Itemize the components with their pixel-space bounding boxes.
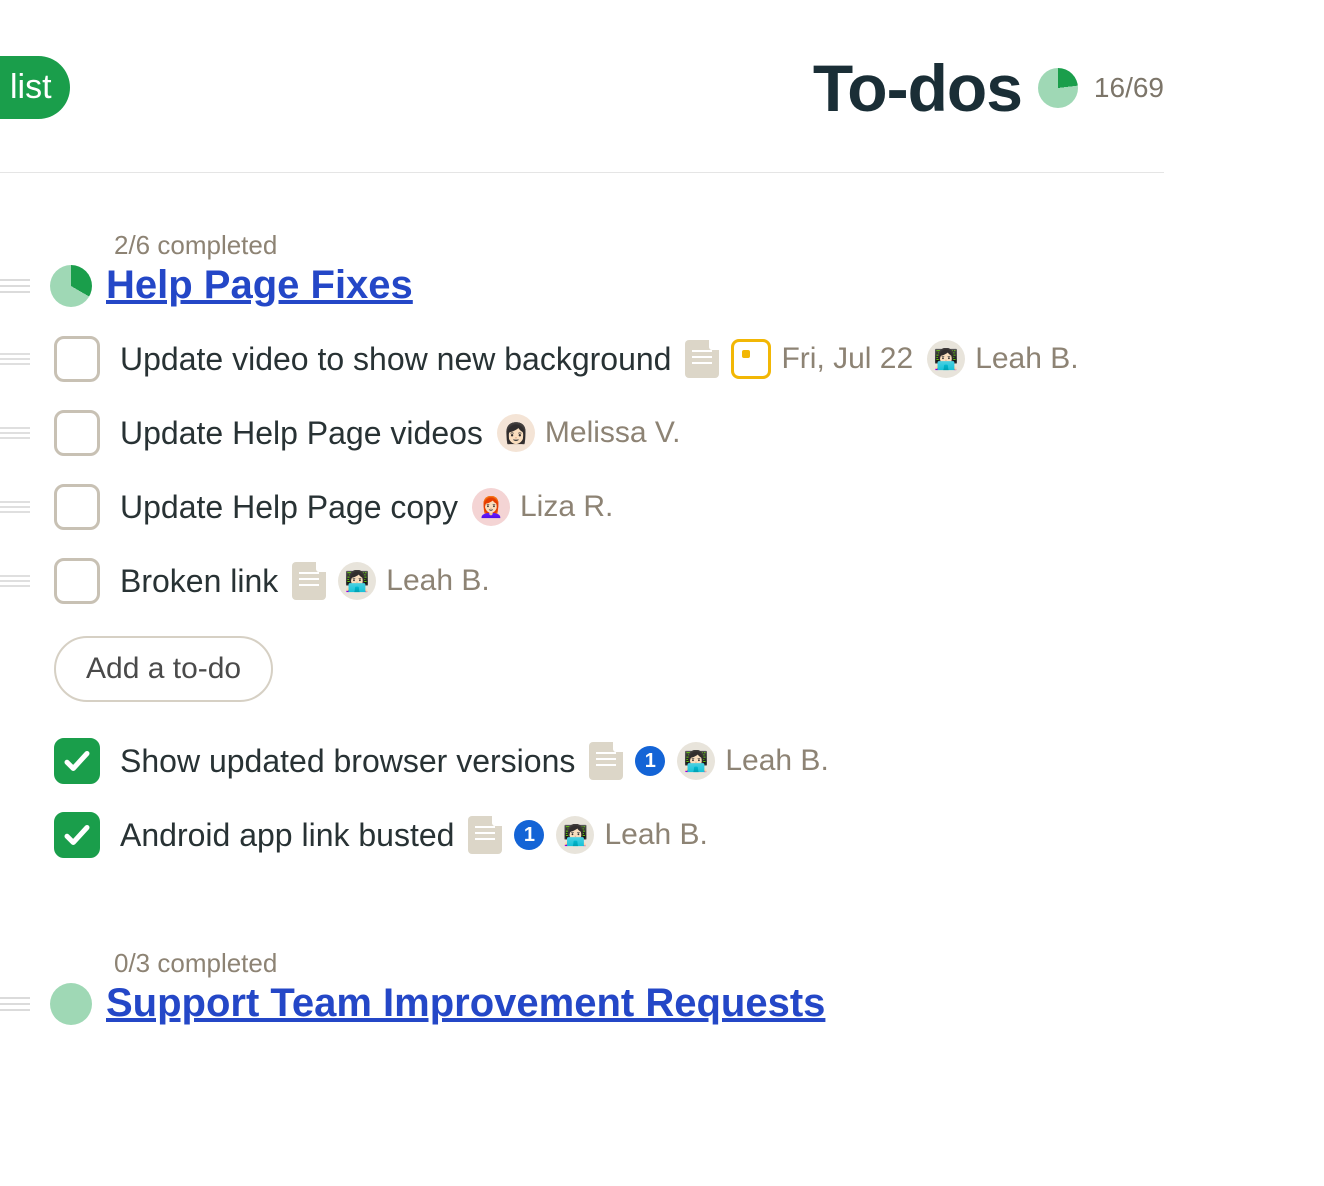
list-view-button[interactable]: list [0,56,70,119]
todo-checkbox[interactable] [54,558,100,604]
assignee-name: Leah B. [975,342,1078,376]
note-icon[interactable] [589,742,623,780]
group-title-link[interactable]: Help Page Fixes [106,263,413,308]
todo-checkbox[interactable] [54,336,100,382]
assignee-name: Liza R. [520,490,613,524]
overall-count: 16/69 [1094,72,1164,104]
group-status: 0/3 completed [114,948,1184,979]
assignee-avatar[interactable]: 👩🏻‍🦰 [472,488,510,526]
todo-label[interactable]: Show updated browser versions [120,743,575,780]
comment-count-badge[interactable]: 1 [514,820,544,850]
drag-handle-icon[interactable] [0,501,30,513]
group-status: 2/6 completed [114,230,1184,261]
assignee-avatar[interactable]: 👩🏻‍💻 [677,742,715,780]
assignee-avatar[interactable]: 👩🏻 [497,414,535,452]
assignee-avatar[interactable]: 👩🏻‍💻 [927,340,965,378]
group-progress-pie [50,983,92,1025]
header-divider [0,172,1164,173]
drag-handle-icon[interactable] [0,997,30,1011]
page-header: To-dos 16/69 [813,50,1164,126]
drag-handle-icon[interactable] [0,353,30,365]
group-progress-pie [50,265,92,307]
note-icon[interactable] [292,562,326,600]
note-icon[interactable] [468,816,502,854]
assignee-avatar[interactable]: 👩🏻‍💻 [556,816,594,854]
add-todo-button[interactable]: Add a to-do [54,636,273,702]
assignee-name: Melissa V. [545,416,681,450]
todo-label[interactable]: Broken link [120,563,278,600]
assignee-avatar[interactable]: 👩🏻‍💻 [338,562,376,600]
note-icon[interactable] [685,340,719,378]
drag-handle-icon[interactable] [0,575,30,587]
comment-count-badge[interactable]: 1 [635,746,665,776]
todo-checkbox[interactable] [54,812,100,858]
assignee-name: Leah B. [604,818,707,852]
calendar-icon[interactable] [731,339,771,379]
todo-label[interactable]: Update video to show new background [120,341,671,378]
assignee-name: Leah B. [725,744,828,778]
group-title-link[interactable]: Support Team Improvement Requests [106,981,825,1026]
page-title: To-dos [813,50,1022,126]
overall-progress-pie [1038,68,1078,108]
todo-checkbox[interactable] [54,484,100,530]
todo-checkbox[interactable] [54,410,100,456]
due-date: Fri, Jul 22 [781,342,913,376]
todo-label[interactable]: Android app link busted [120,817,454,854]
todo-label[interactable]: Update Help Page videos [120,415,483,452]
todo-checkbox[interactable] [54,738,100,784]
todo-label[interactable]: Update Help Page copy [120,489,458,526]
assignee-name: Leah B. [386,564,489,598]
drag-handle-icon[interactable] [0,279,30,293]
drag-handle-icon[interactable] [0,427,30,439]
